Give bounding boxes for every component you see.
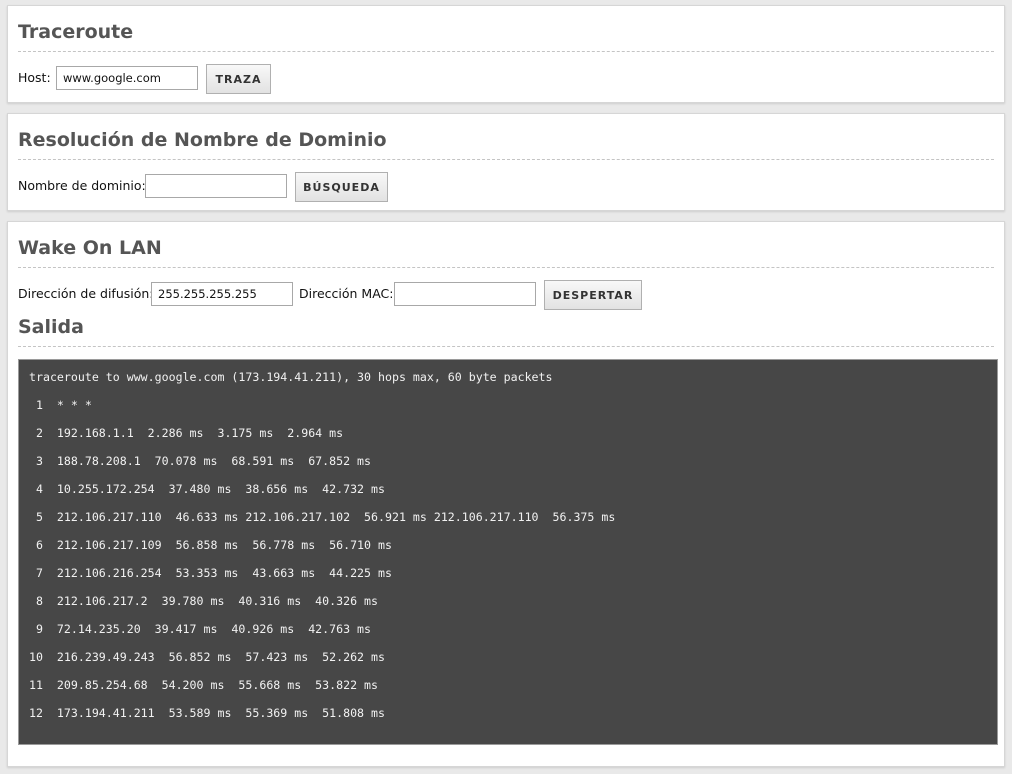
- domain-input[interactable]: [145, 174, 287, 198]
- traceroute-divider: [18, 51, 994, 52]
- broadcast-input[interactable]: [151, 282, 293, 306]
- dns-panel: Resolución de Nombre de Dominio Nombre d…: [7, 113, 1005, 211]
- host-label: Host:: [18, 70, 51, 85]
- wol-panel: Wake On LAN Dirección de difusión: Direc…: [7, 221, 1005, 767]
- dns-divider: [18, 159, 994, 160]
- wol-divider: [18, 267, 994, 268]
- traceroute-panel: Traceroute Host: TRAZA: [7, 5, 1005, 103]
- output-line: 6 212.106.217.109 56.858 ms 56.778 ms 56…: [29, 538, 392, 552]
- search-button[interactable]: BÚSQUEDA: [295, 172, 388, 202]
- output-line: 8 212.106.217.2 39.780 ms 40.316 ms 40.3…: [29, 594, 379, 608]
- host-input[interactable]: [56, 66, 198, 90]
- output-line: 9 72.14.235.20 39.417 ms 40.926 ms 42.76…: [29, 622, 372, 636]
- output-line: 10 216.239.49.243 56.852 ms 57.423 ms 52…: [29, 650, 385, 664]
- broadcast-label: Dirección de difusión:: [18, 286, 154, 301]
- output-console: traceroute to www.google.com (173.194.41…: [18, 359, 998, 745]
- wol-title: Wake On LAN: [18, 237, 162, 259]
- output-line: 12 173.194.41.211 53.589 ms 55.369 ms 51…: [29, 706, 385, 720]
- output-line: 2 192.168.1.1 2.286 ms 3.175 ms 2.964 ms: [29, 426, 344, 440]
- output-line: 3 188.78.208.1 70.078 ms 68.591 ms 67.85…: [29, 454, 372, 468]
- dns-title: Resolución de Nombre de Dominio: [18, 129, 387, 151]
- output-line: 1 * * *: [29, 398, 92, 412]
- output-line: 7 212.106.216.254 53.353 ms 43.663 ms 44…: [29, 566, 392, 580]
- wake-button[interactable]: DESPERTAR: [544, 280, 642, 310]
- mac-label: Dirección MAC:: [299, 286, 394, 301]
- output-line: traceroute to www.google.com (173.194.41…: [29, 370, 553, 384]
- output-title: Salida: [18, 316, 84, 338]
- output-line: 5 212.106.217.110 46.633 ms 212.106.217.…: [29, 510, 616, 524]
- trace-button[interactable]: TRAZA: [206, 64, 271, 94]
- output-divider: [18, 346, 994, 347]
- output-line: 4 10.255.172.254 37.480 ms 38.656 ms 42.…: [29, 482, 385, 496]
- output-line: 11 209.85.254.68 54.200 ms 55.668 ms 53.…: [29, 678, 379, 692]
- domain-label: Nombre de dominio:: [18, 178, 146, 193]
- mac-input[interactable]: [394, 282, 536, 306]
- traceroute-title: Traceroute: [18, 21, 134, 43]
